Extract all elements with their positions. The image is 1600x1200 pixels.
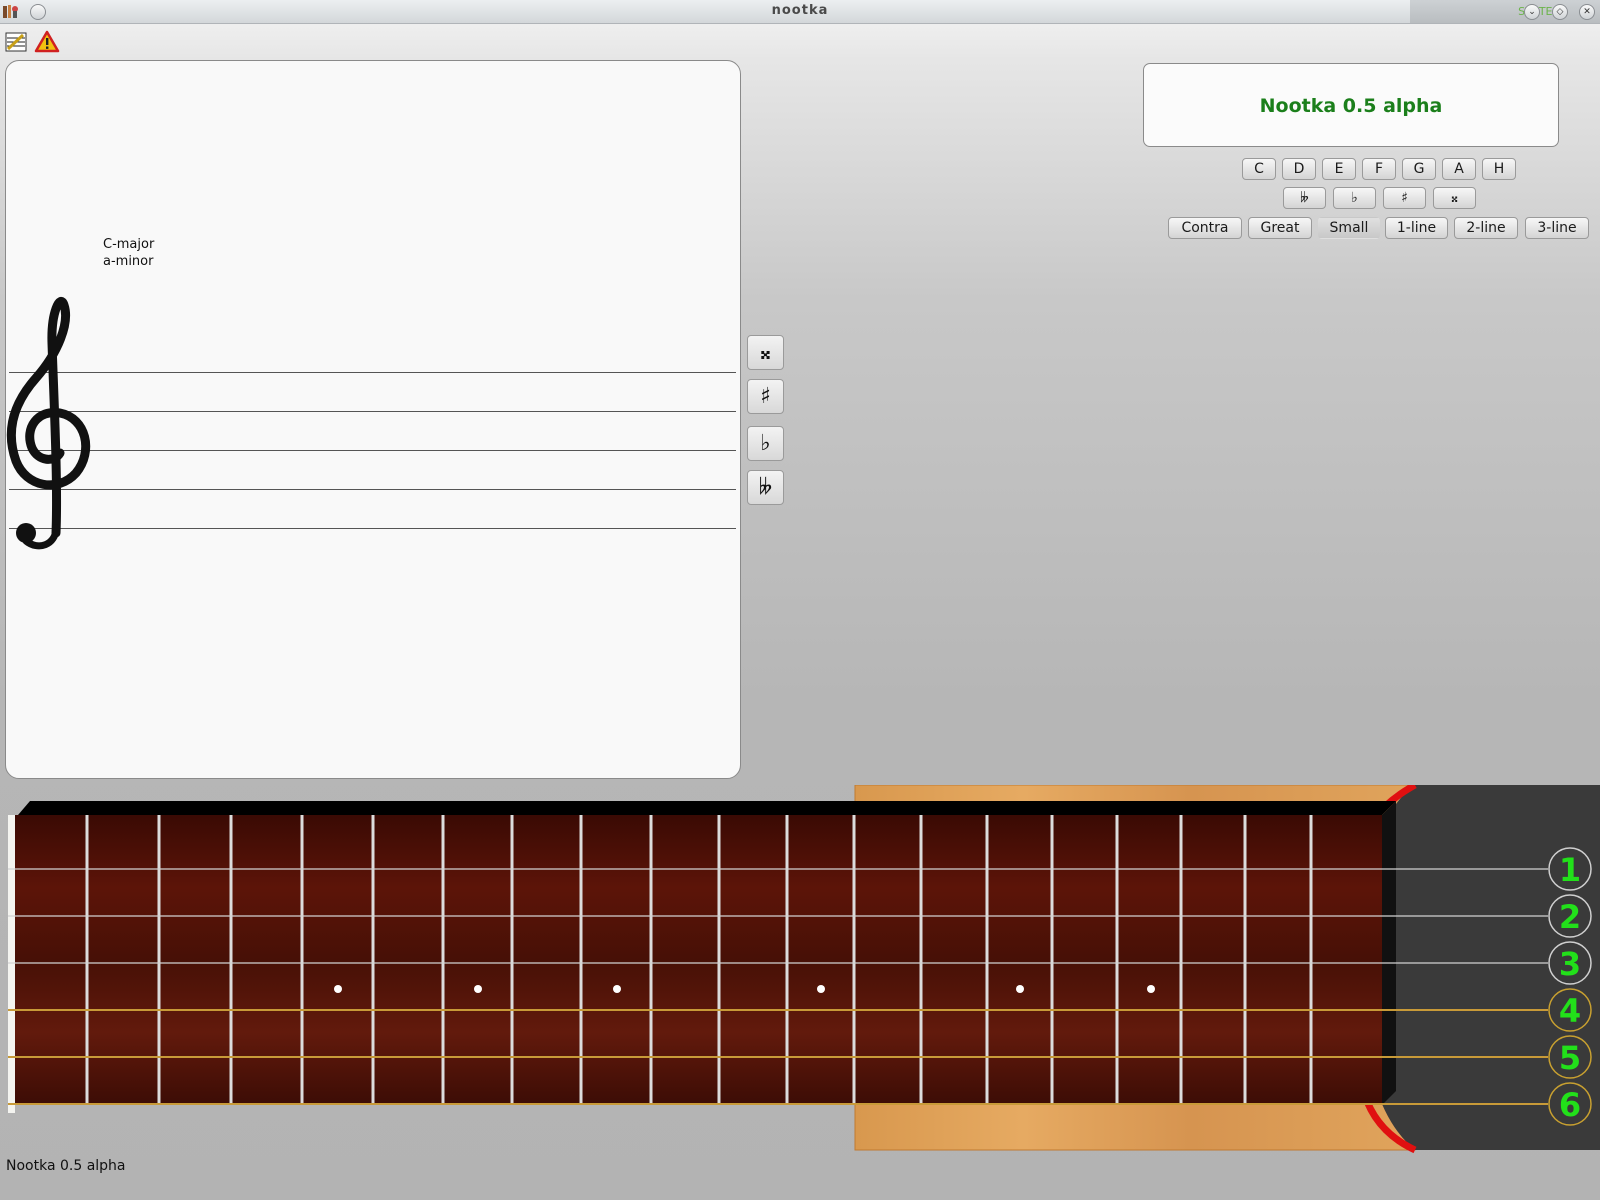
inlay-dot [474,985,482,993]
inlay-dot [334,985,342,993]
staff-line [9,411,736,412]
double-flat-button[interactable]: 𝄫 [747,470,784,505]
status-bar-text: Nootka 0.5 alpha [6,1158,126,1174]
nut [8,815,15,1113]
fretboard-edge [1382,801,1396,1105]
close-button[interactable]: ✕ [1579,4,1595,20]
octave-button-3-line[interactable]: 3-line [1525,217,1589,239]
fret [85,815,89,1105]
flat-button[interactable]: ♭ [747,426,784,461]
note-button-c[interactable]: C [1242,158,1276,180]
double-flat-name-button[interactable]: 𝄫 [1283,187,1326,209]
fret [649,815,653,1105]
octave-button-2-line[interactable]: 2-line [1454,217,1518,239]
note-button-e[interactable]: E [1322,158,1356,180]
fret [1243,815,1247,1105]
fret [1309,815,1313,1105]
staff-line [9,450,736,451]
note-name-display: Nootka 0.5 alpha [1143,63,1559,147]
sharp-button[interactable]: ♯ [747,379,784,414]
double-sharp-name-button[interactable]: 𝄪 [1433,187,1476,209]
key-minor-label: a-minor [103,254,154,269]
flat-name-button[interactable]: ♭ [1333,187,1376,209]
note-button-h[interactable]: H [1482,158,1516,180]
note-button-a[interactable]: A [1442,158,1476,180]
fret [1179,815,1183,1105]
key-signature-label: C-major a-minor [103,236,154,270]
string-number-label: 1 [1559,851,1581,889]
maximize-button[interactable]: ◇ [1552,4,1568,20]
double-sharp-button[interactable]: 𝄪 [747,335,784,370]
note-button-g[interactable]: G [1402,158,1436,180]
treble-clef-icon [6,296,91,550]
octave-button-small[interactable]: Small [1318,217,1380,239]
note-button-d[interactable]: D [1282,158,1316,180]
guitar-fretboard[interactable]: 1 2 3 4 5 6 [0,785,1600,1155]
string-number-label: 6 [1559,1086,1581,1124]
title-bar: nootka SYSTEM ⌄ ◇ ✕ [0,0,1600,24]
note-name-text: Nootka 0.5 alpha [1259,95,1443,117]
fret [785,815,789,1105]
string-number-label: 5 [1559,1039,1581,1077]
fret [985,815,989,1105]
minimize-button[interactable]: ⌄ [1524,4,1540,20]
inlay-dot [613,985,621,993]
inlay-dot [817,985,825,993]
fret [441,815,445,1105]
fret [229,815,233,1105]
fret [371,815,375,1105]
fret [300,815,304,1105]
fretboard [12,815,1382,1105]
fret [852,815,856,1105]
sharp-name-button[interactable]: ♯ [1383,187,1426,209]
inlay-dot [1016,985,1024,993]
string-number-label: 2 [1559,898,1581,936]
inlay-dot [1147,985,1155,993]
fret [579,815,583,1105]
staff-line [9,372,736,373]
string-number-label: 4 [1559,992,1581,1030]
staff-line [9,489,736,490]
string-number-label: 3 [1559,945,1581,983]
octave-button-great[interactable]: Great [1248,217,1312,239]
fretboard-edge [18,801,1396,815]
fret [919,815,923,1105]
staff-line [9,528,736,529]
window-title: nootka [771,3,829,18]
score-staff-panel[interactable]: C-major a-minor [5,60,741,779]
fret [1050,815,1054,1105]
fret [1115,815,1119,1105]
octave-button-contra[interactable]: Contra [1168,217,1242,239]
key-major-label: C-major [103,237,155,252]
settings-icon[interactable] [3,29,29,55]
system-tray-area: SYSTEM [1410,0,1600,23]
octave-button-1-line[interactable]: 1-line [1385,217,1448,239]
fret [717,815,721,1105]
note-button-f[interactable]: F [1362,158,1396,180]
fret [510,815,514,1105]
warning-icon[interactable] [34,29,60,55]
fret [157,815,161,1105]
